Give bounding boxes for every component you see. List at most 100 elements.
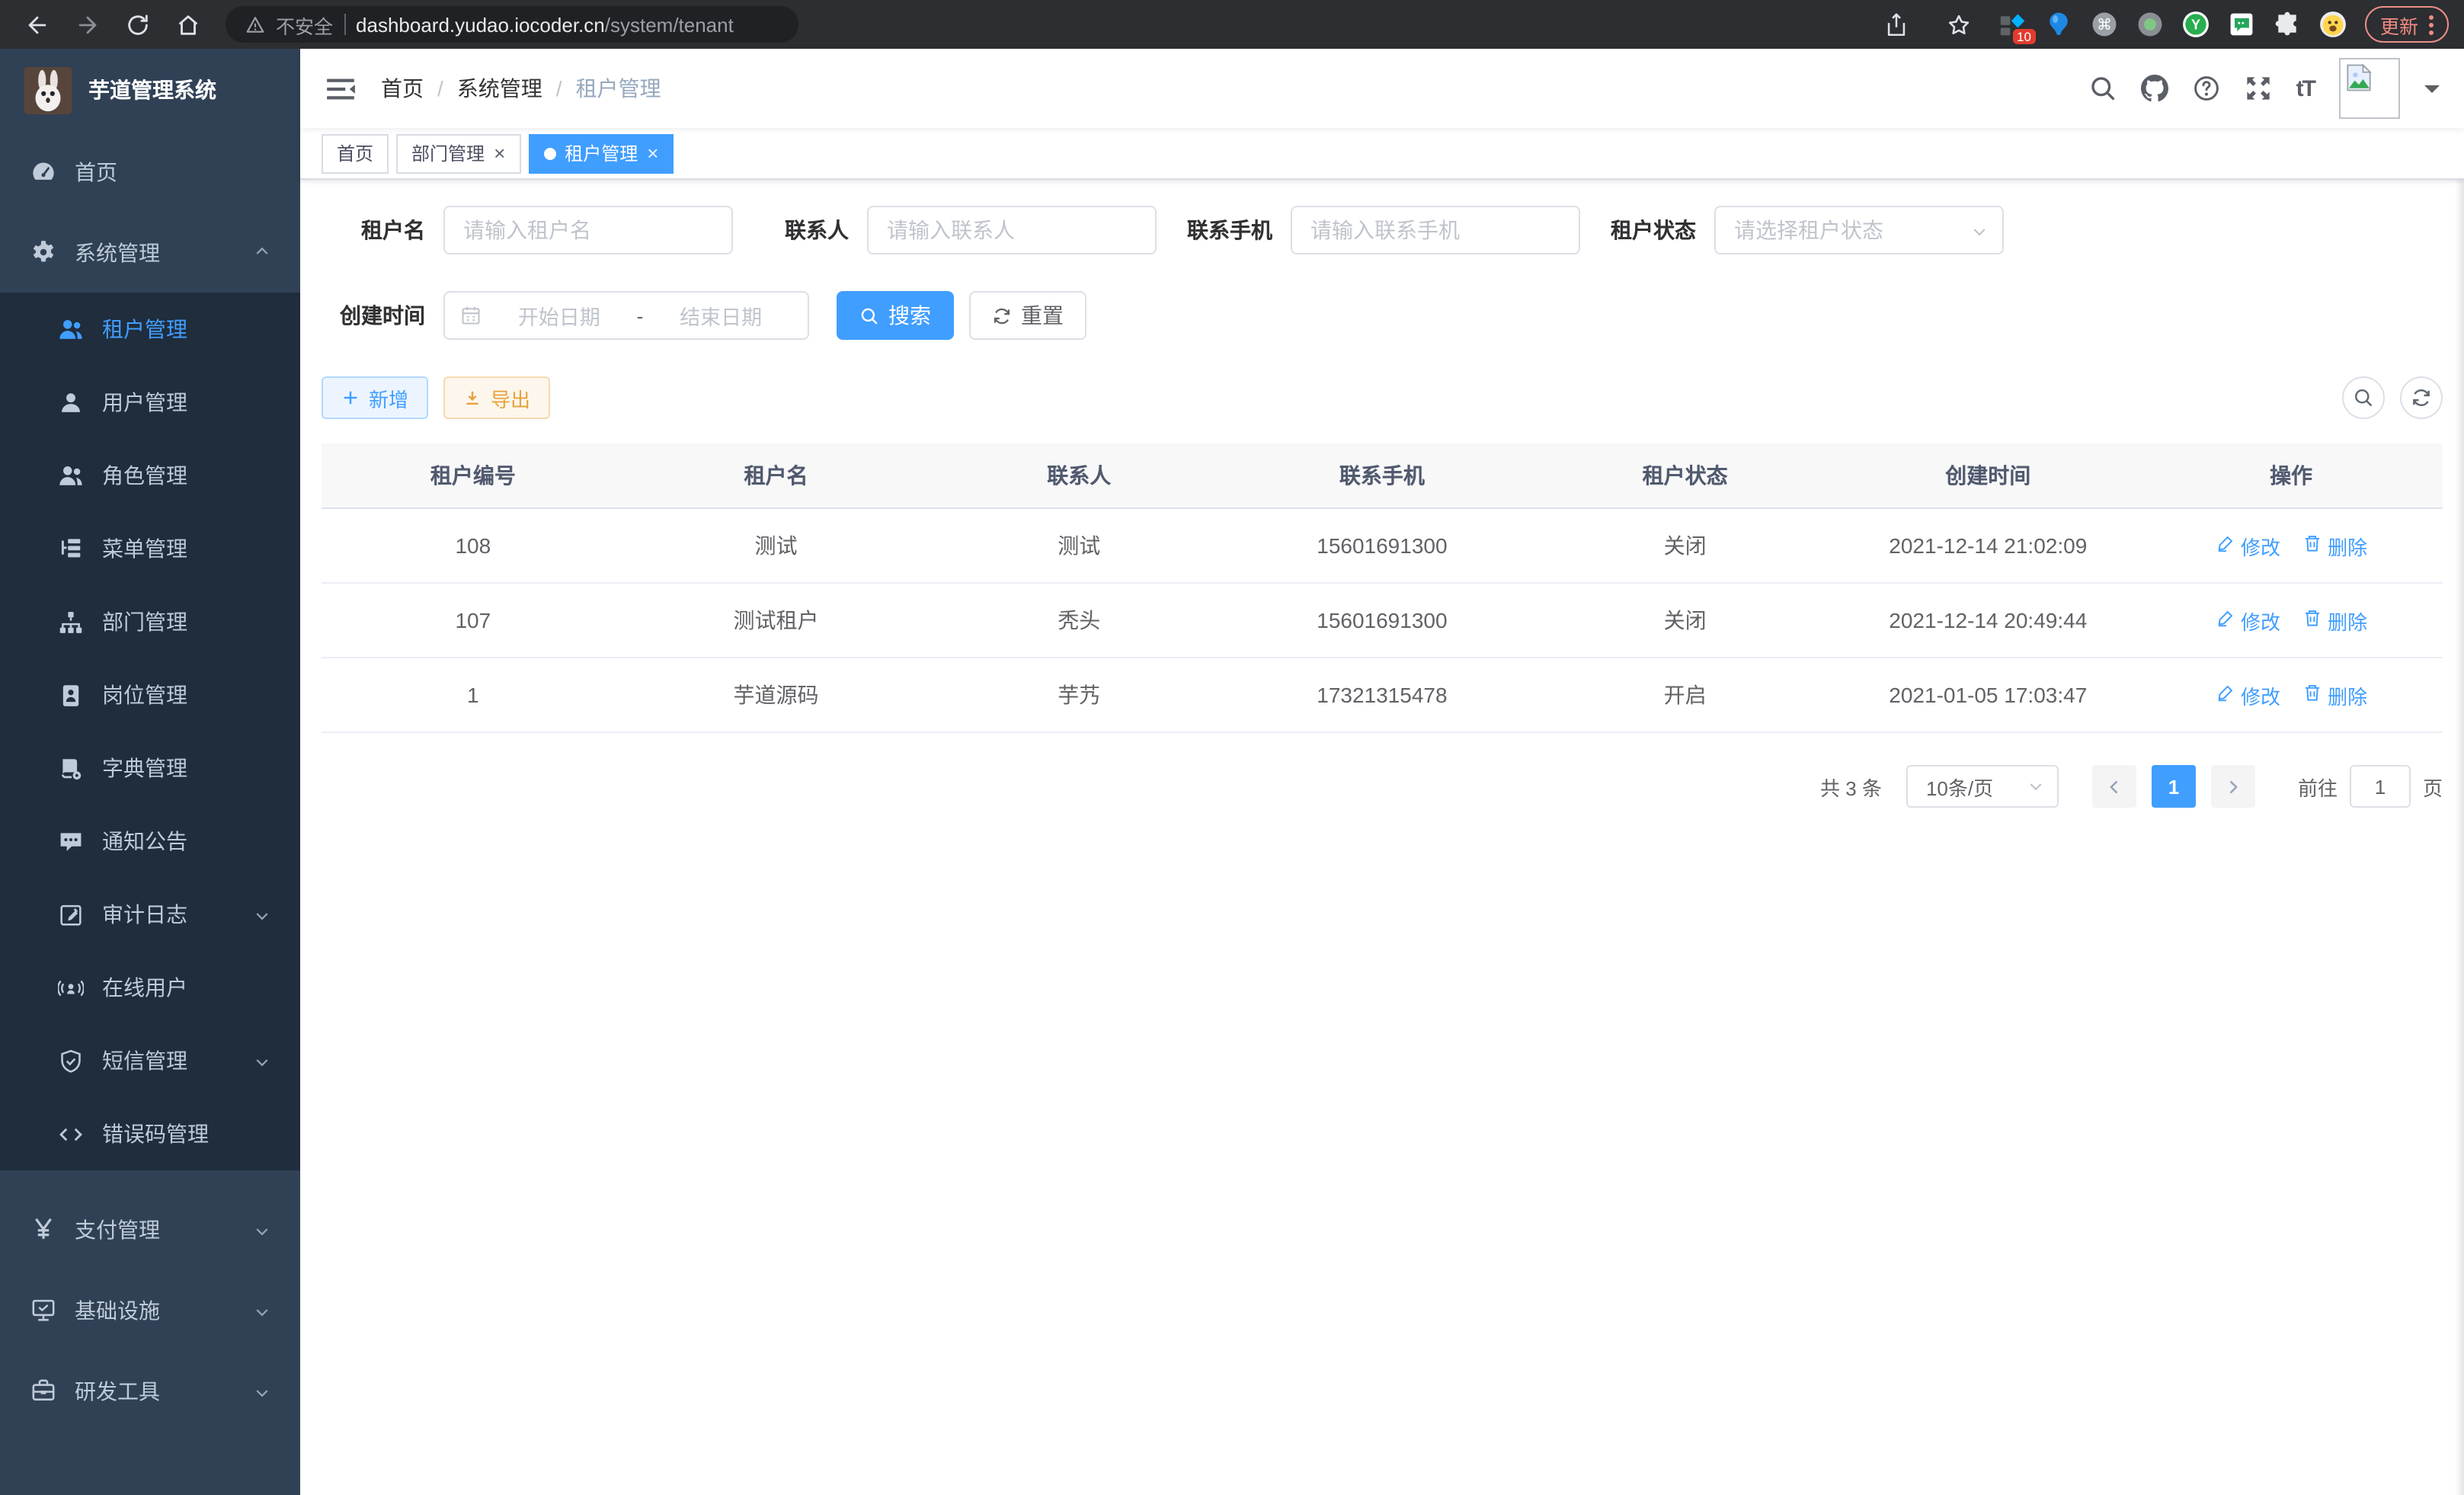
chat-extension-icon[interactable] [2228,11,2255,38]
sidebar-item-system[interactable]: 系统管理 [0,212,300,293]
show-search-button[interactable] [2342,376,2385,419]
cell-mobile: 15601691300 [1230,583,1534,658]
browser-reload-icon[interactable] [116,11,160,37]
yudao-extension-icon[interactable]: Y [2182,11,2210,38]
sidebar-item-notice[interactable]: 通知公告 [0,805,300,878]
table-body: 108测试测试15601691300关闭2021-12-14 21:02:09修… [322,508,2443,732]
sidebar-item-dict[interactable]: 字典管理 [0,731,300,805]
chrome-update-menu[interactable]: 更新 [2365,6,2449,43]
search-button[interactable]: 搜索 [837,291,954,340]
sidebar-item-online[interactable]: 在线用户 [0,951,300,1024]
sidebar-item-role[interactable]: 角色管理 [0,439,300,512]
address-bar[interactable]: 不安全 dashboard.yudao.iocoder.cn/system/te… [226,6,798,43]
cell-actions: 修改删除 [2139,658,2443,732]
edit-link[interactable]: 修改 [2215,531,2280,560]
screen: 不安全 dashboard.yudao.iocoder.cn/system/te… [0,0,2464,1495]
next-page-button[interactable] [2211,765,2255,808]
search-icon [859,306,879,325]
delete-label: 删除 [2328,606,2367,635]
puzzle-extensions-icon[interactable] [2274,11,2301,38]
tab-tenant[interactable]: 租户管理 × [528,133,674,173]
browser-forward-icon[interactable] [66,11,110,37]
header-search-icon[interactable] [2089,75,2117,102]
org-icon [58,609,84,635]
cell-name: 测试 [625,508,928,583]
command-extension-icon[interactable]: ⌘ [2091,11,2118,38]
sidebar-item-sms[interactable]: 短信管理 [0,1024,300,1097]
recorder-extension-icon[interactable] [2136,11,2164,38]
prev-page-button[interactable] [2092,765,2136,808]
share-icon[interactable] [1874,11,1918,37]
sidebar-item-label: 在线用户 [102,972,187,1003]
sidebar-item-tools[interactable]: 研发工具 [0,1350,300,1431]
sidebar-item-dept[interactable]: 部门管理 [0,585,300,658]
goto-page-input[interactable] [2350,765,2411,808]
extension-grid-icon[interactable]: 10 [1999,11,2027,38]
svg-text:⌘: ⌘ [2097,17,2112,34]
export-button[interactable]: 导出 [443,376,550,419]
delete-icon [2302,533,2322,558]
bookmark-star-icon[interactable] [1937,11,1981,37]
avatar-caret-icon[interactable] [2424,85,2440,101]
edit-link[interactable]: 修改 [2215,606,2280,635]
font-size-icon[interactable]: tT [2296,75,2315,101]
refresh-table-button[interactable] [2400,376,2443,419]
contact-input[interactable] [867,206,1157,255]
reset-button[interactable]: 重置 [969,291,1086,340]
date-range-input[interactable]: 开始日期 - 结束日期 [443,291,809,340]
tab-home[interactable]: 首页 [322,133,389,173]
chevron-down-icon [1970,221,1989,239]
filter-row-1: 租户名 联系人 联系手机 租户状态 请选择租户状态 [322,206,2443,255]
edit-icon [2215,533,2235,558]
status-select[interactable]: 请选择租户状态 [1714,206,2004,255]
filter-tenant-name: 租户名 [322,206,733,255]
balloon-extension-icon[interactable] [2045,11,2072,38]
edit-icon [2215,683,2235,707]
pagination: 共 3 条 10条/页 1 前往 页 [322,765,2443,808]
mobile-input[interactable] [1291,206,1580,255]
sidebar-item-label: 短信管理 [102,1045,187,1076]
sidebar-item-infra[interactable]: 基础设施 [0,1269,300,1350]
sidebar-item-label: 部门管理 [102,607,187,637]
sidebar-toggle-icon[interactable] [312,72,369,104]
not-secure-icon [245,14,265,34]
delete-link[interactable]: 删除 [2302,606,2367,635]
browser-home-icon[interactable] [166,11,210,37]
sidebar-item-pay[interactable]: 支付管理 [0,1189,300,1269]
table-row: 107测试租户秃头15601691300关闭2021-12-14 20:49:4… [322,583,2443,658]
cell-status: 关闭 [1534,583,1837,658]
page-unit-label: 页 [2423,772,2443,801]
browser-back-icon[interactable] [15,11,59,37]
cell-mobile: 17321315478 [1230,658,1534,732]
sidebar-item-post[interactable]: 岗位管理 [0,658,300,731]
profile-avatar-icon[interactable] [2319,11,2347,38]
sidebar-item-errcode[interactable]: 错误码管理 [0,1097,300,1170]
delete-link[interactable]: 删除 [2302,531,2367,560]
user-avatar[interactable] [2339,58,2400,119]
close-tab-icon[interactable]: × [494,143,505,163]
tab-dept[interactable]: 部门管理× [396,133,520,173]
breadcrumb-home[interactable]: 首页 [381,73,424,104]
filter-contact: 联系人 [745,206,1157,255]
sidebar-item-home[interactable]: 首页 [0,131,300,212]
page-size-select[interactable]: 10条/页 [1906,765,2059,808]
sidebar-item-menu[interactable]: 菜单管理 [0,512,300,585]
svg-text:Y: Y [2191,17,2200,32]
breadcrumb-system[interactable]: 系统管理 [457,73,542,104]
delete-link[interactable]: 删除 [2302,680,2367,709]
close-tab-icon[interactable]: × [647,143,658,163]
sidebar-item-user[interactable]: 用户管理 [0,366,300,439]
current-page-button[interactable]: 1 [2152,765,2196,808]
github-icon[interactable] [2141,75,2168,102]
sidebar-item-tenant[interactable]: 租户管理 [0,293,300,366]
edit-link[interactable]: 修改 [2215,680,2280,709]
fullscreen-icon[interactable] [2245,75,2272,102]
tenant-name-input[interactable] [443,206,733,255]
tab-label: 租户管理 [565,140,638,166]
add-button[interactable]: 新增 [322,376,428,419]
cell-created: 2021-12-14 20:49:44 [1836,583,2139,658]
sidebar-logo[interactable]: 芋道管理系统 [0,49,300,131]
help-icon[interactable] [2193,75,2220,102]
filter-create-time: 创建时间 开始日期 - 结束日期 [322,291,809,340]
sidebar-item-audit[interactable]: 审计日志 [0,878,300,951]
